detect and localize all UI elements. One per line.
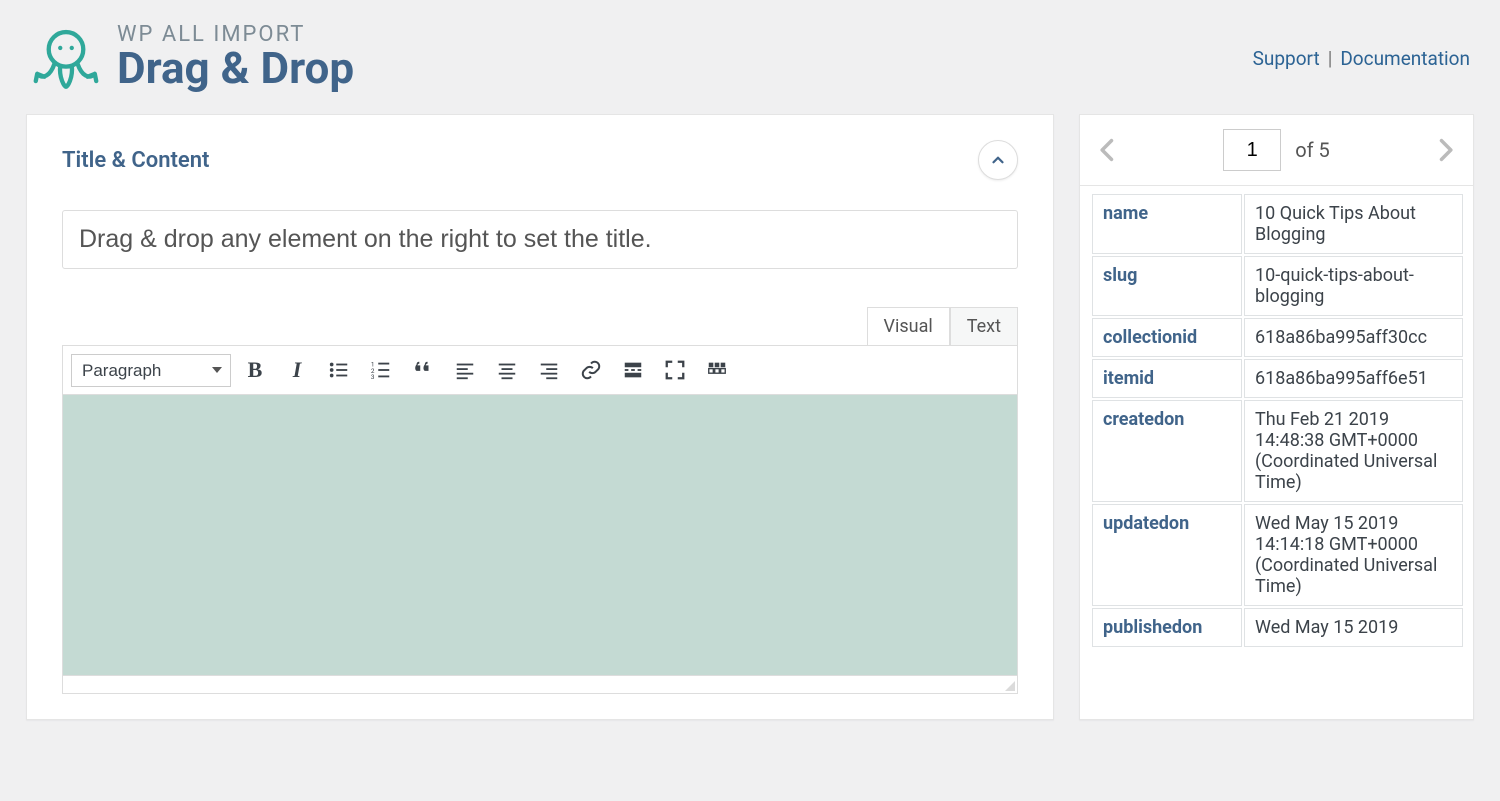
octopus-logo-icon	[30, 22, 102, 94]
record-row: slug10-quick-tips-about-blogging	[1092, 256, 1463, 316]
page-title: Drag & Drop	[117, 42, 354, 94]
section-title: Title & Content	[62, 148, 209, 173]
toolbar-toggle-icon	[706, 359, 728, 381]
editor-panel: Title & Content Visual Text Paragraph B …	[26, 114, 1054, 720]
record-row: name10 Quick Tips About Blogging	[1092, 194, 1463, 254]
documentation-link[interactable]: Documentation	[1340, 47, 1470, 70]
support-link[interactable]: Support	[1253, 47, 1320, 70]
data-preview-panel: of 5 name10 Quick Tips About Bloggingslu…	[1079, 114, 1474, 720]
link-button[interactable]	[573, 352, 609, 388]
header-left: WP ALL IMPORT Drag & Drop	[30, 22, 354, 94]
blockquote-button[interactable]	[405, 352, 441, 388]
title-group: WP ALL IMPORT Drag & Drop	[117, 22, 354, 94]
record-row: createdonThu Feb 21 2019 14:48:38 GMT+00…	[1092, 400, 1463, 502]
header-links: Support | Documentation	[1253, 47, 1470, 70]
resize-handle[interactable]	[1003, 679, 1015, 691]
record-value[interactable]: 618a86ba995aff30cc	[1244, 318, 1463, 357]
blockquote-icon	[412, 359, 434, 381]
readmore-icon	[622, 359, 644, 381]
format-select[interactable]: Paragraph	[71, 354, 231, 387]
readmore-button[interactable]	[615, 352, 651, 388]
page-total-label: of 5	[1295, 138, 1330, 162]
collapse-section-button[interactable]	[978, 140, 1018, 180]
align-center-button[interactable]	[489, 352, 525, 388]
tab-visual[interactable]: Visual	[867, 307, 950, 345]
record-row: itemid618a86ba995aff6e51	[1092, 359, 1463, 398]
chevron-up-icon	[989, 151, 1007, 169]
editor-footer	[63, 675, 1017, 693]
record-key[interactable]: name	[1092, 194, 1242, 254]
align-right-icon	[538, 359, 560, 381]
record-value[interactable]: Wed May 15 2019	[1244, 608, 1463, 647]
record-key[interactable]: publishedon	[1092, 608, 1242, 647]
numbered-list-icon: 123	[370, 359, 392, 381]
record-paginator: of 5	[1080, 115, 1473, 186]
title-input[interactable]	[62, 210, 1018, 269]
bullet-list-button[interactable]	[321, 352, 357, 388]
link-separator: |	[1328, 47, 1333, 70]
editor-content-area[interactable]	[63, 395, 1017, 675]
editor-toolbar: Paragraph B I 123	[63, 346, 1017, 395]
align-right-button[interactable]	[531, 352, 567, 388]
link-icon	[580, 359, 602, 381]
record-key[interactable]: createdon	[1092, 400, 1242, 502]
record-key[interactable]: slug	[1092, 256, 1242, 316]
prev-record-button[interactable]	[1094, 136, 1122, 164]
record-key[interactable]: updatedon	[1092, 504, 1242, 606]
toolbar-toggle-button[interactable]	[699, 352, 735, 388]
next-record-button[interactable]	[1431, 136, 1459, 164]
align-left-button[interactable]	[447, 352, 483, 388]
record-value[interactable]: Thu Feb 21 2019 14:48:38 GMT+0000 (Coord…	[1244, 400, 1463, 502]
bullet-list-icon	[328, 359, 350, 381]
body: Title & Content Visual Text Paragraph B …	[0, 104, 1500, 720]
fullscreen-icon	[664, 359, 686, 381]
record-value[interactable]: 10 Quick Tips About Blogging	[1244, 194, 1463, 254]
align-left-icon	[454, 359, 476, 381]
record-value[interactable]: 618a86ba995aff6e51	[1244, 359, 1463, 398]
record-value[interactable]: 10-quick-tips-about-blogging	[1244, 256, 1463, 316]
record-value[interactable]: Wed May 15 2019 14:14:18 GMT+0000 (Coord…	[1244, 504, 1463, 606]
italic-button[interactable]: I	[279, 352, 315, 388]
page-number-input[interactable]	[1223, 129, 1281, 171]
editor-wrap: Paragraph B I 123	[62, 345, 1018, 694]
record-scroll[interactable]: name10 Quick Tips About Bloggingslug10-q…	[1080, 186, 1473, 719]
record-row: publishedonWed May 15 2019	[1092, 608, 1463, 647]
editor-tabs: Visual Text	[62, 307, 1018, 345]
pagination-center: of 5	[1223, 129, 1330, 171]
numbered-list-button[interactable]: 123	[363, 352, 399, 388]
svg-text:3: 3	[371, 373, 375, 381]
align-center-icon	[496, 359, 518, 381]
record-key[interactable]: collectionid	[1092, 318, 1242, 357]
bold-button[interactable]: B	[237, 352, 273, 388]
record-row: updatedonWed May 15 2019 14:14:18 GMT+00…	[1092, 504, 1463, 606]
record-table: name10 Quick Tips About Bloggingslug10-q…	[1090, 192, 1465, 649]
tab-text[interactable]: Text	[950, 307, 1018, 345]
fullscreen-button[interactable]	[657, 352, 693, 388]
section-head: Title & Content	[62, 140, 1018, 180]
page-header: WP ALL IMPORT Drag & Drop Support | Docu…	[0, 0, 1500, 104]
record-key[interactable]: itemid	[1092, 359, 1242, 398]
record-row: collectionid618a86ba995aff30cc	[1092, 318, 1463, 357]
